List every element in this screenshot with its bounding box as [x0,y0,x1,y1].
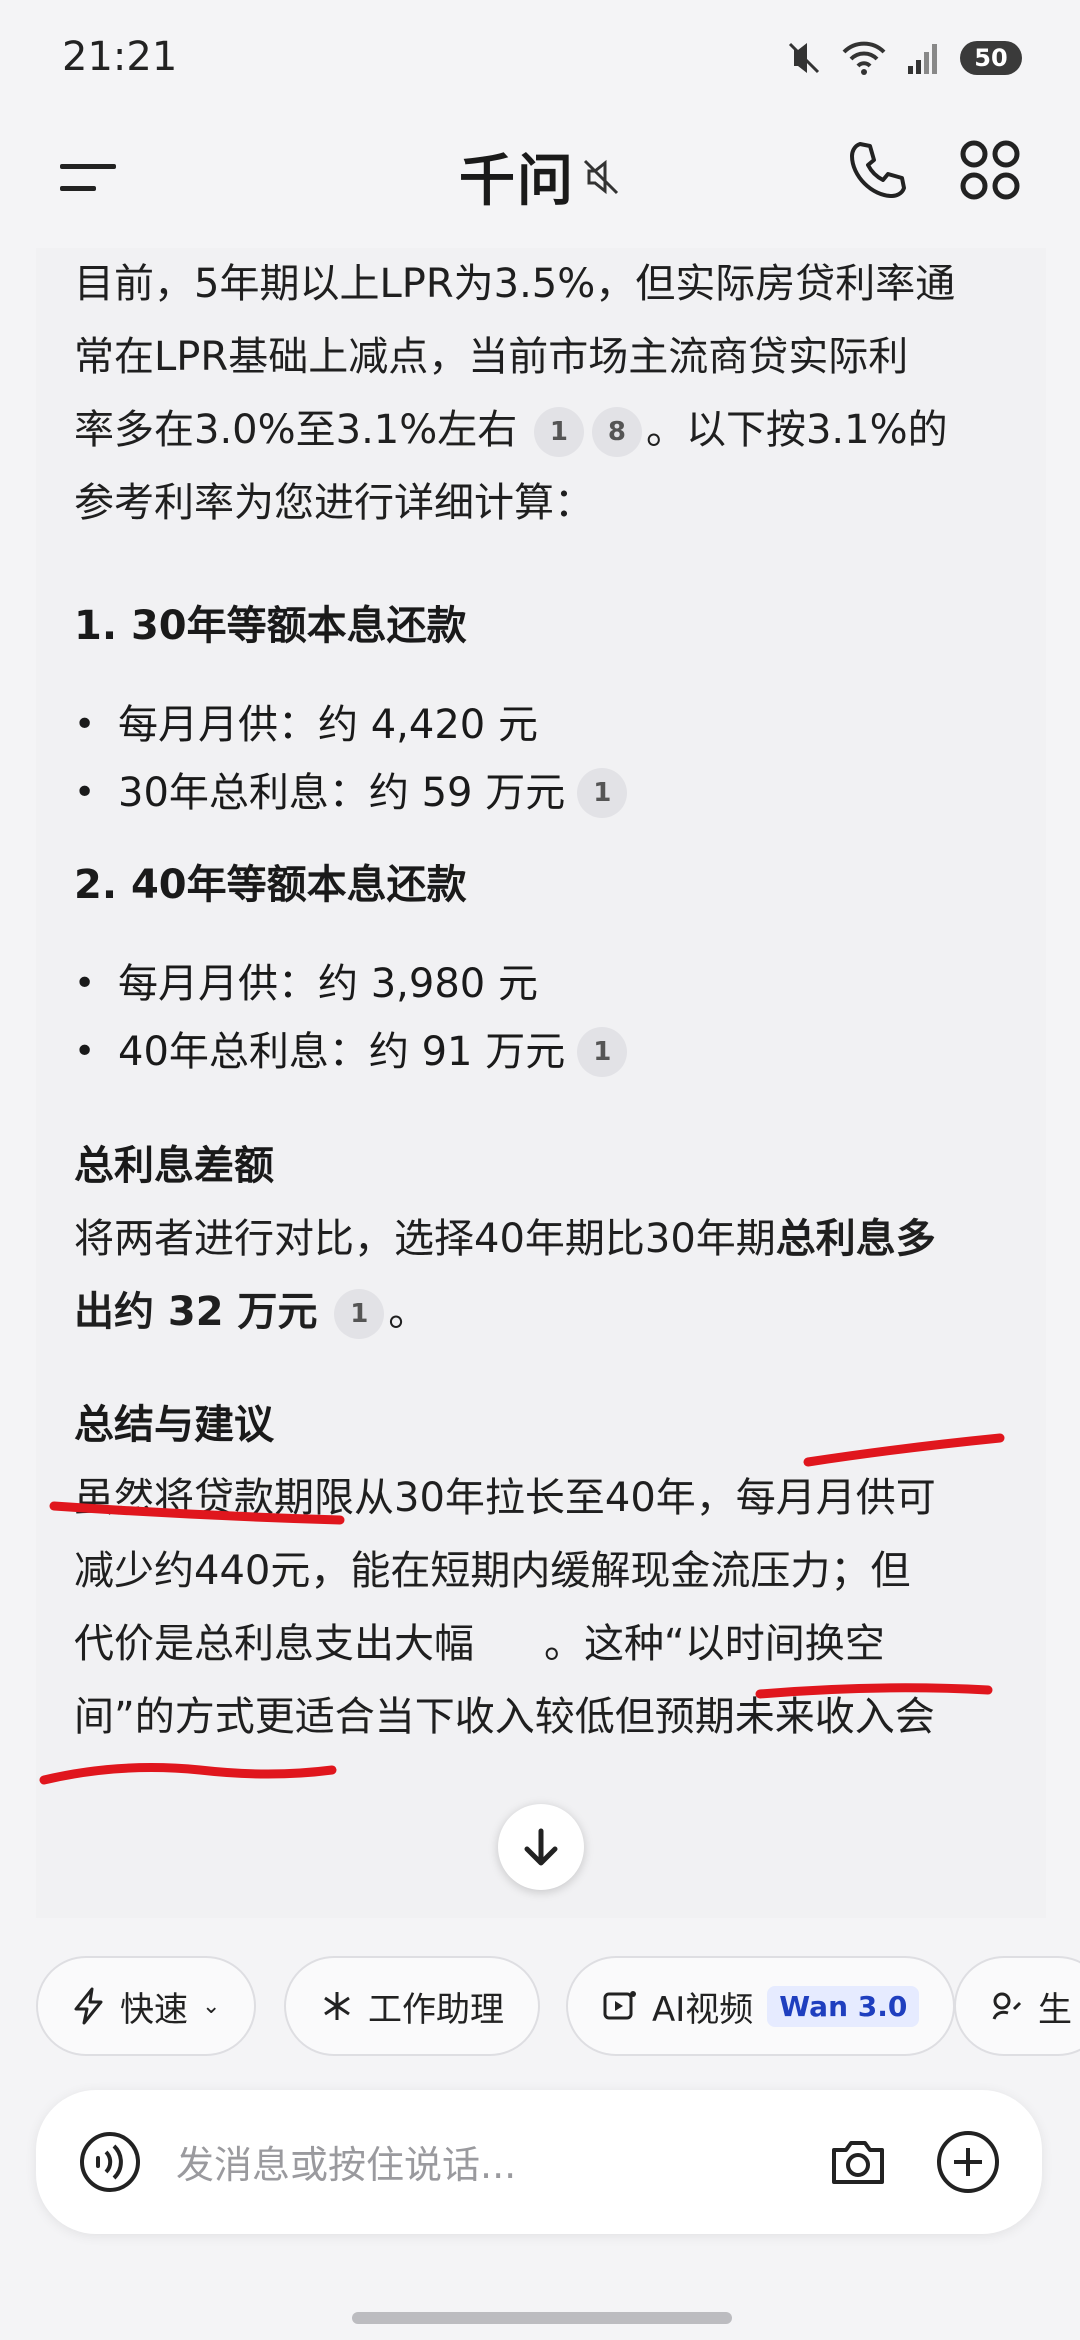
model-badge: Wan 3.0 [767,1985,920,2027]
citation-badge[interactable]: 1 [577,1027,628,1077]
list-item-text: 30年总利息：约 59 万元 [118,770,566,816]
chat-answer: 目前，5年期以上LPR为3.5%，但实际房贷利率通 常在LPR基础上减点，当前市… [36,248,1046,1918]
signal-icon [908,44,937,74]
citation-badge[interactable]: 1 [334,1289,385,1339]
summary-line-2: 减少约440元，能在短期内缓解现金流压力；但 [74,1535,1024,1608]
home-indicator[interactable] [352,2312,732,2324]
voice-icon[interactable] [78,2130,142,2194]
chip-label: 快速 [120,1989,188,2030]
add-icon[interactable] [934,2128,1002,2196]
citation-badge[interactable]: 1 [577,768,628,818]
list-40y: • 每月月供：约 3,980 元 • 40年总利息：约 91 万元 1 [74,936,1024,1100]
chip-fast[interactable]: 快速 ⌄ [36,1956,257,2056]
answer-body: 目前，5年期以上LPR为3.5%，但实际房贷利率通 常在LPR基础上减点，当前市… [74,248,1024,1754]
summary-text: ，能在短期内缓解现金流压力；但 [310,1548,911,1594]
intro-line-1: 目前，5年期以上LPR为3.5%，但实际房贷利率通 [74,261,956,307]
quick-chips: 快速 ⌄ 工作助理 AI视频 Wan 3.0 生 [0,1940,1080,2060]
diff-bold-2: 出约 32 万元 [74,1289,318,1335]
list-30y: • 每月月供：约 4,420 元 • 30年总利息：约 59 万元 1 [74,677,1024,841]
section-title-summary: 总结与建议 [74,1402,274,1448]
intro-line-4: 参考利率为您进行详细计算： [74,480,594,526]
diff-line-2: 出约 32 万元 1。 [74,1276,1024,1349]
chip-label: AI视频 [652,1989,754,2030]
title-area: 千问 [0,136,1080,217]
section-title-40y: 2. 40年等额本息还款 [74,862,467,908]
summary-text: 。这种“以时间换空 [544,1621,885,1667]
summary-highlight-1: 每月月供可 [735,1475,936,1521]
summary-line-4: 间”的方式更适合当下收入较低但预期未来收入会 [74,1694,935,1740]
message-input[interactable]: 发消息或按住说话... [176,2134,516,2189]
citation-badge[interactable]: 8 [591,407,642,457]
phone-icon[interactable] [846,138,910,202]
intro-line-3-end: 。以下按3.1%的 [645,407,948,453]
chip-generate[interactable]: 生 [954,1956,1080,2056]
chip-label: 工作助理 [368,1989,504,2030]
chip-ai-video[interactable]: AI视频 Wan 3.0 [566,1956,956,2056]
chip-work-assistant[interactable]: 工作助理 [284,1956,540,2056]
lightning-icon [74,1987,103,2025]
wifi-icon [842,41,886,75]
list-item: • 40年总利息：约 91 万元 1 [74,1004,1024,1100]
sound-off-icon[interactable] [581,157,621,197]
generate-icon [992,1992,1022,2020]
battery-indicator: 50 [960,41,1022,75]
status-icons: 50 [784,38,1022,78]
video-icon [603,1991,636,2020]
app-header: 千问 [0,118,1080,248]
citation-badge[interactable]: 1 [533,407,584,457]
chip-label: 生 [1038,1989,1072,2030]
status-time: 21:21 [62,34,178,80]
diff-text: 将两者进行对比，选择40年期比30年期 [74,1216,776,1262]
scroll-down-button[interactable] [498,1804,584,1890]
status-bar: 21:21 50 [0,0,1080,118]
apps-icon[interactable] [958,138,1022,202]
sparkle-icon [324,1992,350,2020]
page-title: 千问 [459,149,575,214]
section-title-diff: 总利息差额 [74,1143,274,1189]
diff-end: 。 [388,1289,429,1335]
intro-line-3-text: 率多在3.0%至3.1%左右 [74,407,518,453]
camera-icon[interactable] [826,2130,890,2194]
diff-line-1: 将两者进行对比，选择40年期比30年期总利息多 [74,1203,1024,1276]
diff-bold-1: 总利息多 [775,1216,936,1262]
message-input-bar[interactable]: 发消息或按住说话... [36,2090,1042,2234]
summary-line-1: 虽然将贷款期限从30年拉长至40年，每月月供可 [74,1462,1024,1535]
chevron-down-icon: ⌄ [202,1993,221,2019]
summary-highlight-2: 减少约440元 [74,1548,311,1594]
intro-line-2: 常在LPR基础上减点，当前市场主流商贷实际利 [74,334,909,380]
arrow-down-icon [524,1828,558,1866]
summary-text: 虽然将贷款期限从30年拉长至40年， [74,1475,736,1521]
list-item-text: 40年总利息：约 91 万元 [118,1029,566,1075]
mute-icon [788,42,820,74]
section-title-30y: 1. 30年等额本息还款 [74,603,467,649]
intro-line-3: 率多在3.0%至3.1%左右 1 8 。以下按3.1%的 [74,394,1024,467]
list-item: • 30年总利息：约 59 万元 1 [74,745,1024,841]
summary-text: 代价是总利息支出大幅 [74,1621,474,1667]
summary-line-3: 代价是总利息支出大幅 。这种“以时间换空 [74,1608,1024,1681]
